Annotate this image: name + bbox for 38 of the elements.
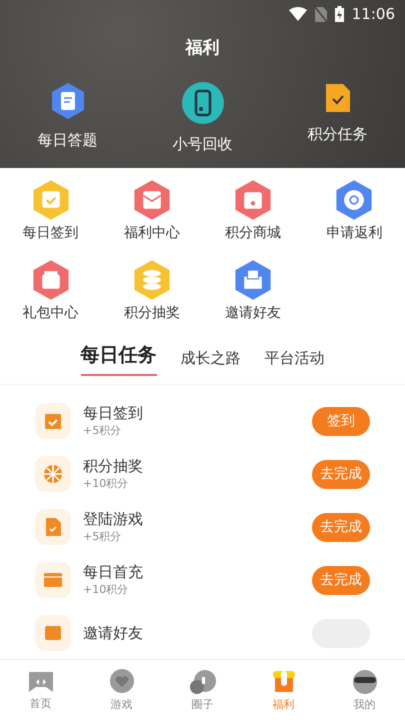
feature-label[interactable]: 积分商城 xyxy=(225,224,282,242)
feature-label[interactable]: 积分抽奖 xyxy=(124,304,180,322)
feature-label[interactable]: 邀请好友 xyxy=(225,304,282,322)
feature-label[interactable]: 礼包中心 xyxy=(22,304,79,322)
shortcut-label[interactable]: 小号回收 xyxy=(172,135,232,154)
page-title: 福利 xyxy=(184,37,220,59)
mail-icon xyxy=(43,624,63,642)
task-points: +5积分 xyxy=(83,423,122,438)
task-points: +10积分 xyxy=(83,476,130,491)
tab[interactable]: 平台活动 xyxy=(264,349,324,376)
tab[interactable]: 每日任务 xyxy=(80,342,156,376)
nav-tab[interactable]: 首页 xyxy=(0,660,81,720)
wifi-icon xyxy=(288,7,307,21)
task-title: 邀请好友 xyxy=(83,624,144,642)
task-points: +5积分 xyxy=(83,529,122,544)
wheel-icon xyxy=(43,464,63,484)
task-title: 登陆游戏 xyxy=(83,510,144,529)
shortcut-label[interactable]: 积分任务 xyxy=(308,125,368,144)
shortcut-label[interactable]: 每日答题 xyxy=(38,131,98,150)
task-title: 积分抽奖 xyxy=(83,457,144,476)
feature-label[interactable]: 申请返利 xyxy=(326,224,382,242)
phone-icon xyxy=(180,81,224,125)
document-icon xyxy=(44,517,62,537)
nav-tab[interactable]: 游戏 xyxy=(81,660,162,720)
chat-bubble-icon xyxy=(188,668,218,696)
feature-label[interactable]: 每日签到 xyxy=(22,224,79,242)
task-title: 每日首充 xyxy=(83,563,144,582)
battery-charging-icon xyxy=(334,6,344,22)
clock-time: 11:06 xyxy=(352,5,395,23)
task-title: 每日签到 xyxy=(83,404,144,423)
feature-label[interactable]: 福利中心 xyxy=(124,224,180,242)
calendar-icon xyxy=(43,411,63,431)
tab[interactable]: 成长之路 xyxy=(180,349,240,376)
nav-tab[interactable]: 圈子 xyxy=(162,660,243,720)
nav-tab[interactable]: 我的 xyxy=(324,660,405,720)
no-sim-icon xyxy=(314,6,327,22)
task-points: +10积分 xyxy=(83,582,130,597)
wallet-icon xyxy=(43,571,63,589)
